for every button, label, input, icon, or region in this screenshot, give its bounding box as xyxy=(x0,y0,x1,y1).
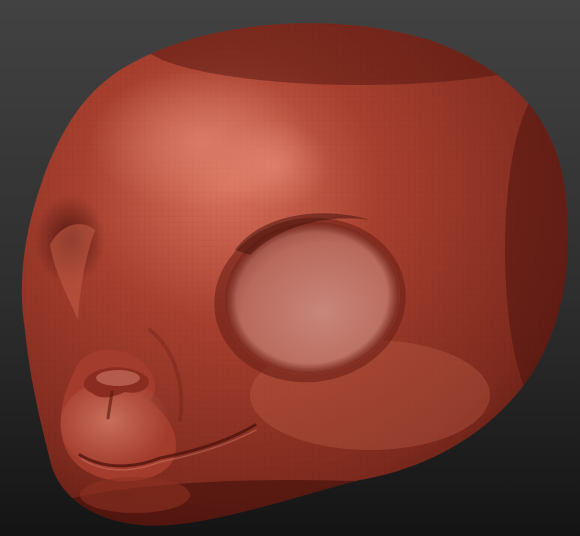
chin xyxy=(80,477,190,513)
nose-highlight xyxy=(96,370,140,386)
brow-ridge-highlight xyxy=(220,120,330,210)
sculpt-viewport[interactable] xyxy=(0,0,580,536)
sculpt-canvas xyxy=(0,0,580,536)
